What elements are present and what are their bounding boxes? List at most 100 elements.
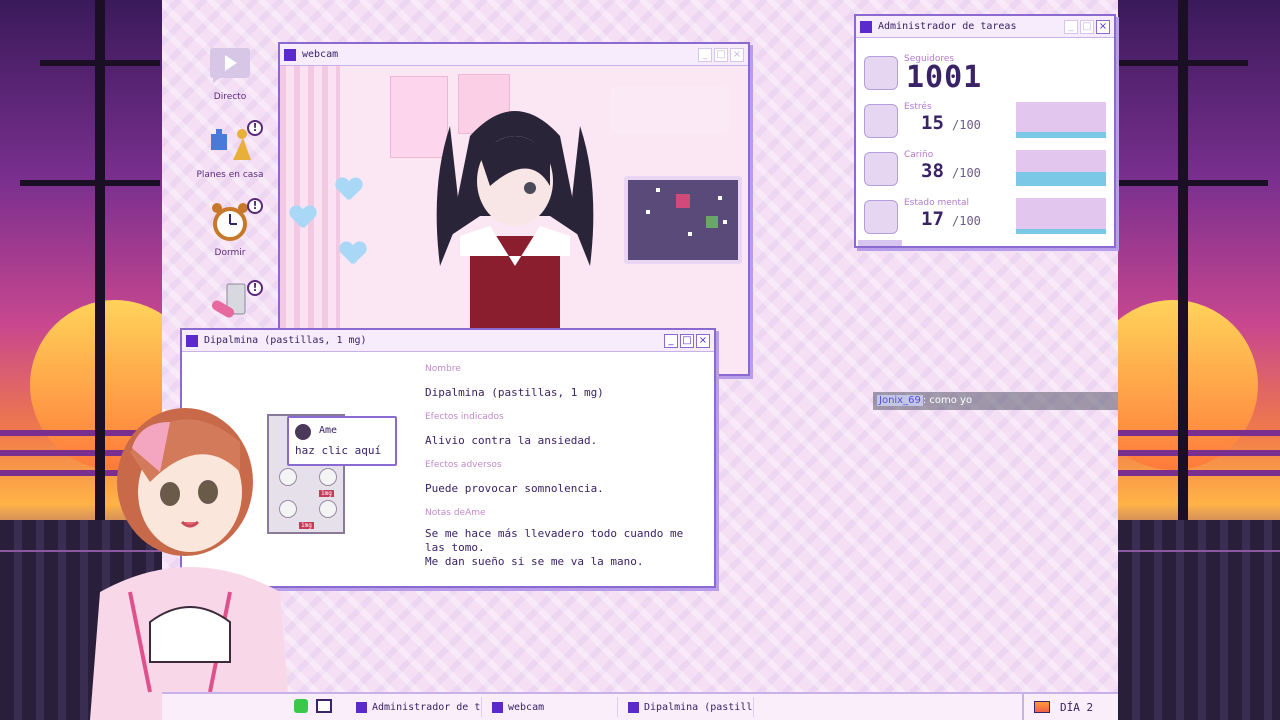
window-icon xyxy=(284,48,296,61)
sun-stripe xyxy=(1118,430,1280,436)
minimize-button[interactable]: _ xyxy=(1064,19,1078,34)
stat-label: Estrés xyxy=(904,102,932,112)
heart-balloon xyxy=(336,178,362,202)
stat-meter-fill xyxy=(1016,132,1106,138)
system-tray: DÍA 2 xyxy=(1022,694,1118,720)
webcam-window[interactable]: webcam _ □ × xyxy=(278,42,750,376)
desktop-icon-label: Dormir xyxy=(214,248,246,258)
maximize-button[interactable]: □ xyxy=(1080,19,1094,34)
taskbar-item-label: Dipalmina (pastillas, 1... xyxy=(644,701,753,713)
affection-stat: Cariño 38 /100 xyxy=(856,150,1114,198)
task-manager-window[interactable]: Administrador de tareas _ □ × Seguidores… xyxy=(854,14,1116,248)
sun-stripe xyxy=(1118,470,1280,476)
window-icon xyxy=(356,701,367,713)
scroll-indicator[interactable] xyxy=(858,240,902,246)
monitor-icon[interactable] xyxy=(316,699,332,713)
close-button[interactable]: × xyxy=(696,333,710,348)
notes-value: Se me hace más llevadero todo cuando me … xyxy=(425,527,684,568)
chat-icon[interactable] xyxy=(294,699,308,713)
utility-crossbar xyxy=(40,60,160,66)
medicine-titlebar[interactable]: Dipalmina (pastillas, 1 mg) _ □ × xyxy=(182,330,714,352)
minimize-button[interactable]: _ xyxy=(664,333,678,348)
chat-message: Jonix_69: como yo xyxy=(873,392,1118,410)
click-here-tooltip: Ame haz clic aquí xyxy=(287,416,397,466)
stat-meter-fill xyxy=(1016,229,1106,234)
desktop-icon-directo[interactable]: Directo xyxy=(185,42,275,102)
taskbar-item-task-manager[interactable]: Administrador de tar... xyxy=(352,697,482,717)
window-icon xyxy=(628,701,639,713)
stat-label: Cariño xyxy=(904,150,934,160)
day-counter: DÍA 2 xyxy=(1060,700,1094,714)
window-title: Dipalmina (pastillas, 1 mg) xyxy=(204,335,367,346)
desktop-icon-label: Directo xyxy=(213,92,247,102)
avatar-icon xyxy=(864,152,898,186)
plush-shelf xyxy=(610,86,730,134)
maximize-button[interactable]: □ xyxy=(714,47,728,62)
streamer-avatar xyxy=(90,392,290,720)
task-manager-titlebar[interactable]: Administrador de tareas _ □ × xyxy=(856,16,1114,38)
notes-label: Notas deAme xyxy=(425,508,486,518)
mental-state-stat: Estado mental 17 /100 xyxy=(856,198,1114,246)
window-title: webcam xyxy=(302,49,339,60)
effects-value: Alivio contra la ansiedad. xyxy=(425,434,598,447)
character-portrait xyxy=(430,96,600,336)
desktop-icon-dormir[interactable]: ! Dormir xyxy=(185,198,275,258)
pill[interactable] xyxy=(319,500,337,518)
task-manager-body: Seguidores 1001 Estrés 15 /100 Cariño 38… xyxy=(856,38,1114,246)
chat-username: Jonix_69 xyxy=(877,395,923,406)
pill-dose-tag: 1mg xyxy=(319,490,334,497)
taskbar-item-label: webcam xyxy=(508,701,545,713)
desktop-icon-medicine[interactable]: ! xyxy=(185,278,275,328)
followers-stat: Seguidores 1001 xyxy=(856,54,1114,102)
play-icon xyxy=(207,42,253,88)
right-art-panel xyxy=(1118,0,1280,720)
webcam-titlebar[interactable]: webcam _ □ × xyxy=(280,44,748,66)
stat-value: 17 xyxy=(921,208,944,230)
followers-value: 1001 xyxy=(906,60,983,95)
stress-stat: Estrés 15 /100 xyxy=(856,102,1114,150)
notification-badge-icon: ! xyxy=(247,280,263,296)
adverse-value: Puede provocar somnolencia. xyxy=(425,482,604,495)
avatar-icon xyxy=(864,200,898,234)
game-monitor xyxy=(624,176,742,264)
window-icon xyxy=(186,334,198,347)
sunset-sun xyxy=(1118,300,1258,470)
pill[interactable] xyxy=(319,468,337,486)
pill-icon xyxy=(207,278,253,324)
taskbar-item-label: Administrador de tar... xyxy=(372,701,481,713)
taskbar-item-medicine[interactable]: Dipalmina (pastillas, 1... xyxy=(624,697,754,717)
notification-badge-icon: ! xyxy=(247,198,263,214)
city-skyline xyxy=(1118,520,1280,720)
name-value: Dipalmina (pastillas, 1 mg) xyxy=(425,386,604,399)
window-icon xyxy=(860,20,872,33)
stat-max: /100 xyxy=(952,214,981,228)
stat-value: 15 xyxy=(921,112,944,134)
stat-max: /100 xyxy=(952,118,981,132)
utility-pole xyxy=(1178,0,1188,520)
window-icon xyxy=(492,701,503,713)
heart-balloon xyxy=(340,242,366,266)
avatar xyxy=(295,424,311,440)
sunset-icon xyxy=(1034,701,1050,713)
window-title: Administrador de tareas xyxy=(878,21,1017,32)
maximize-button[interactable]: □ xyxy=(680,333,694,348)
utility-crossbar xyxy=(1118,60,1248,66)
minimize-button[interactable]: _ xyxy=(698,47,712,62)
taskbar-item-webcam[interactable]: webcam xyxy=(488,697,618,717)
heart-balloon xyxy=(290,206,316,230)
name-label: Nombre xyxy=(425,364,461,374)
desktop-icon-planes-en-casa[interactable]: ! Planes en casa xyxy=(185,120,275,180)
pill-dose-tag: 1mg xyxy=(299,522,314,529)
effects-label: Efectos indicados xyxy=(425,412,504,422)
close-button[interactable]: × xyxy=(730,47,744,62)
sun-stripe xyxy=(1118,450,1280,456)
notification-badge-icon: ! xyxy=(247,120,263,136)
chat-text: : como yo xyxy=(922,395,973,406)
taskbar: Administrador de tar... webcam Dipalmina… xyxy=(162,692,1118,720)
close-button[interactable]: × xyxy=(1096,19,1110,34)
desktop-icon-label: Planes en casa xyxy=(196,170,264,180)
stat-value: 38 xyxy=(921,160,944,182)
stat-meter xyxy=(1016,102,1106,138)
tooltip-name: Ame xyxy=(319,425,338,436)
stat-label: Estado mental xyxy=(904,198,970,208)
